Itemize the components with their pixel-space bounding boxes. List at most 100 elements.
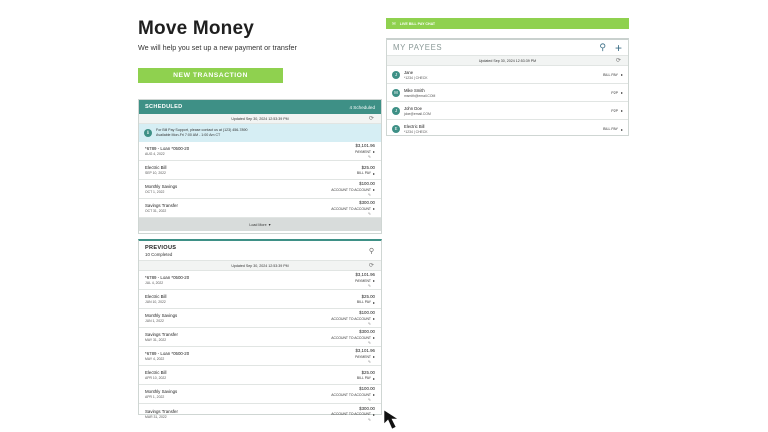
payee-name: Jane: [404, 69, 414, 75]
tx-type: ACCOUNT TO ACCOUNT: [331, 335, 371, 340]
list-item[interactable]: J Jane *1234 | CHECK BILL PAY ▸: [387, 66, 628, 84]
scheduled-title: SCHEDULED: [145, 104, 183, 110]
tx-amount: $3,101.96: [355, 143, 375, 148]
payee-method: BILL PAY: [603, 72, 618, 77]
previous-panel: PREVIOUS 10 Completed ⚲ Updated Sep 30, …: [138, 239, 382, 422]
refresh-icon[interactable]: ⟳: [369, 115, 374, 123]
list-item[interactable]: E Electric Bill *1234 | CHECK BILL PAY ▸: [387, 120, 628, 138]
avatar: J: [392, 106, 400, 115]
chevron-right-icon: ▸: [620, 90, 623, 95]
edit-icon[interactable]: ✎: [368, 341, 371, 345]
table-row[interactable]: Savings Transfer OCT 31, 2022 $300.00 AC…: [139, 199, 381, 218]
table-row[interactable]: *6789 - Loan *0500-20 AUG 4, 2022 $3,101…: [139, 142, 381, 161]
page-subtitle: We will help you set up a new payment or…: [138, 43, 297, 52]
previous-count: 10 Completed: [145, 252, 173, 257]
list-item[interactable]: M Mike Smith msmith@email.COM P2P ▸: [387, 84, 628, 102]
edit-icon[interactable]: ✎: [368, 398, 371, 402]
avatar: M: [392, 88, 400, 97]
scheduled-count: 4 Scheduled: [349, 104, 375, 110]
info-icon: i: [144, 129, 152, 137]
tx-type: ACCOUNT TO ACCOUNT: [331, 392, 371, 397]
tx-amount: $100.00: [359, 181, 375, 186]
chevron-right-icon: ▸: [620, 72, 623, 77]
payee-detail: *1234 | CHECK: [404, 130, 428, 134]
tx-date: SEP 10, 2022: [145, 171, 166, 175]
tx-name: *6789 - Loan *0500-20: [145, 351, 190, 356]
scheduled-header: SCHEDULED 4 Scheduled: [139, 100, 381, 114]
avatar: E: [392, 125, 400, 133]
chevron-right-icon: ▸: [372, 278, 375, 283]
previous-header: PREVIOUS 10 Completed ⚲: [139, 241, 381, 261]
chevron-right-icon: ▸: [620, 108, 623, 113]
scheduled-updated-bar: Updated Sep 30, 2024 12:53:39 PM ⟳: [139, 114, 381, 124]
search-icon[interactable]: ⚲: [369, 247, 374, 255]
tx-date: JUN 10, 2022: [145, 300, 166, 304]
tx-amount: $300.00: [359, 200, 375, 205]
live-chat-label: LIVE BILL PAY CHAT: [399, 21, 436, 26]
table-row[interactable]: Savings Transfer MAY 31, 2022 $300.00 AC…: [139, 328, 381, 347]
edit-icon[interactable]: ✎: [368, 418, 371, 422]
tx-type: BILL PAY: [356, 171, 371, 175]
edit-icon[interactable]: ✎: [368, 155, 371, 159]
chevron-right-icon: ▸: [372, 411, 375, 417]
tx-name: *6789 - Loan *0500-20: [145, 275, 190, 280]
chevron-right-icon: ▸: [372, 187, 375, 192]
scheduled-updated-text: Updated Sep 30, 2024 12:53:39 PM: [231, 116, 289, 121]
tx-name: Electric Bill: [145, 165, 167, 170]
payee-method: P2P: [611, 108, 618, 113]
payees-updated-bar: Updated Sep 30, 2024 12:53:39 PM ⟳: [387, 56, 628, 66]
tx-date: APR 1, 2022: [145, 395, 165, 399]
list-item[interactable]: J John Doe jdoe@email.COM P2P ▸: [387, 102, 628, 120]
chevron-right-icon: ▸: [372, 354, 375, 359]
tx-date: MAY 31, 2022: [145, 338, 167, 342]
payee-detail: jdoe@email.COM: [404, 111, 431, 116]
edit-icon[interactable]: ✎: [368, 322, 371, 326]
tx-name: Savings Transfer: [145, 203, 178, 208]
tx-amount: $300.00: [359, 405, 375, 411]
tx-type: ACCOUNT TO ACCOUNT: [331, 412, 371, 416]
tx-type: BILL PAY: [356, 300, 371, 304]
table-row[interactable]: Monthly Savings OCT 1, 2022 $100.00 ACCO…: [139, 180, 381, 199]
load-more-button[interactable]: Load More ▾: [139, 218, 381, 231]
payees-header: MY PAYEES ⚲ +: [387, 40, 628, 56]
previous-title: PREVIOUS: [145, 245, 177, 251]
table-row[interactable]: Electric Bill SEP 10, 2022 $25.00 BILL P…: [139, 161, 381, 180]
chevron-down-icon: ▾: [268, 222, 271, 227]
add-payee-icon[interactable]: +: [615, 42, 622, 54]
tx-amount: $25.00: [361, 293, 375, 299]
table-row[interactable]: Monthly Savings JUN 1, 2022 $100.00 ACCO…: [139, 309, 381, 328]
search-icon[interactable]: ⚲: [599, 42, 606, 53]
scheduled-panel: SCHEDULED 4 Scheduled Updated Sep 30, 20…: [138, 99, 382, 234]
tx-name: Monthly Savings: [145, 389, 178, 394]
payee-method: BILL PAY: [603, 127, 618, 131]
tx-date: MAR 31, 2022: [145, 414, 167, 419]
edit-icon[interactable]: ✎: [368, 212, 371, 216]
payees-title: MY PAYEES: [393, 43, 443, 52]
table-row[interactable]: *6789 - Loan *0500-20 JUL 4, 2022 $3,101…: [139, 271, 381, 290]
refresh-icon[interactable]: ⟳: [616, 57, 621, 65]
live-chat-bar[interactable]: ✉ LIVE BILL PAY CHAT: [386, 18, 629, 29]
tx-date: APR 10, 2022: [145, 376, 167, 380]
tx-name: Electric Bill: [145, 294, 167, 299]
table-row[interactable]: Savings Transfer MAR 31, 2022 $300.00 AC…: [139, 404, 381, 423]
page-title: Move Money: [138, 18, 255, 39]
tx-type: ACCOUNT TO ACCOUNT: [331, 206, 371, 211]
tx-name: Savings Transfer: [145, 332, 178, 337]
edit-icon[interactable]: ✎: [368, 193, 371, 197]
tx-amount: $3,101.96: [355, 348, 375, 353]
chevron-right-icon: ▸: [372, 375, 375, 381]
chevron-right-icon: ▸: [372, 316, 375, 321]
refresh-icon[interactable]: ⟳: [369, 262, 374, 270]
edit-icon[interactable]: ✎: [368, 360, 371, 364]
new-transaction-button[interactable]: NEW TRANSACTION: [138, 68, 283, 83]
table-row[interactable]: Electric Bill APR 10, 2022 $25.00 BILL P…: [139, 366, 381, 385]
edit-icon[interactable]: ✎: [368, 284, 371, 288]
table-row[interactable]: *6789 - Loan *0500-20 MAY 4, 2022 $3,101…: [139, 347, 381, 366]
tx-amount: $300.00: [359, 329, 375, 334]
table-row[interactable]: Electric Bill JUN 10, 2022 $25.00 BILL P…: [139, 290, 381, 309]
tx-name: Monthly Savings: [145, 184, 178, 189]
tx-name: *6789 - Loan *0500-20: [145, 146, 190, 151]
chevron-right-icon: ▸: [372, 149, 375, 154]
chevron-right-icon: ▸: [620, 126, 623, 132]
table-row[interactable]: Monthly Savings APR 1, 2022 $100.00 ACCO…: [139, 385, 381, 404]
